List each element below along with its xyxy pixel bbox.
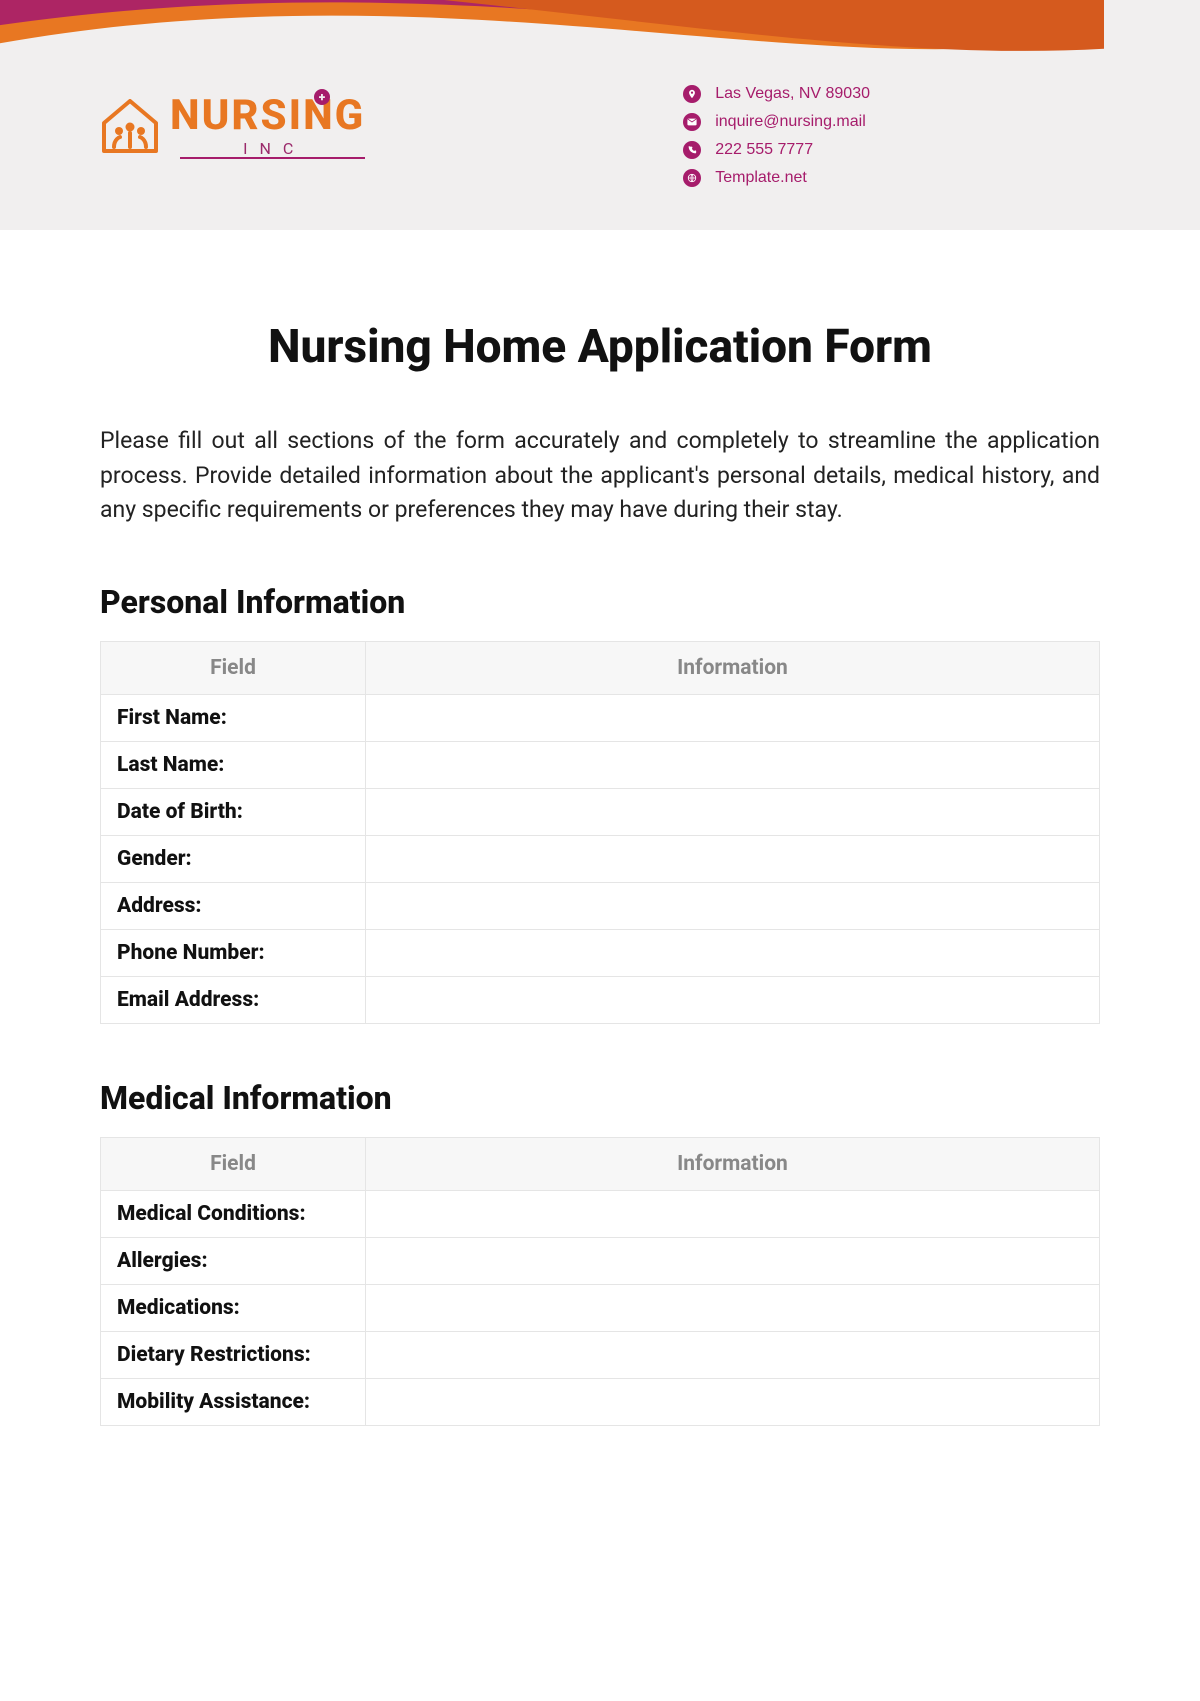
table-header-information: Information — [366, 1137, 1100, 1190]
phone-icon — [683, 141, 701, 159]
field-input-cell — [366, 694, 1100, 741]
field-input-cell — [366, 929, 1100, 976]
field-label: Dietary Restrictions: — [101, 1331, 366, 1378]
table-row: Medical Conditions: — [101, 1190, 1100, 1237]
medical-info-table: Field Information Medical Conditions:All… — [100, 1137, 1100, 1426]
field-label: Allergies: — [101, 1237, 366, 1284]
table-row: Allergies: — [101, 1237, 1100, 1284]
medical-info-heading: Medical Information — [100, 1079, 1100, 1117]
header-swoosh — [0, 0, 1104, 90]
field-label: Phone Number: — [101, 929, 366, 976]
mail-icon — [683, 113, 701, 131]
field-label: Address: — [101, 882, 366, 929]
table-header-field: Field — [101, 1137, 366, 1190]
contact-phone-row: 222 555 7777 — [683, 141, 870, 159]
logo: NURSING + INC — [100, 95, 365, 158]
contact-address: Las Vegas, NV 89030 — [715, 85, 870, 103]
field-input[interactable] — [382, 801, 1083, 824]
logo-house-icon — [100, 99, 160, 154]
table-row: Phone Number: — [101, 929, 1100, 976]
plus-icon: + — [314, 89, 330, 105]
table-row: Gender: — [101, 835, 1100, 882]
field-input-cell — [366, 1190, 1100, 1237]
field-input-cell — [366, 976, 1100, 1023]
personal-info-table: Field Information First Name:Last Name:D… — [100, 641, 1100, 1024]
field-label: First Name: — [101, 694, 366, 741]
field-label: Medical Conditions: — [101, 1190, 366, 1237]
table-row: Date of Birth: — [101, 788, 1100, 835]
instructions-paragraph: Please fill out all sections of the form… — [100, 424, 1100, 528]
location-icon — [683, 85, 701, 103]
globe-icon — [683, 169, 701, 187]
table-header-field: Field — [101, 641, 366, 694]
table-row: Address: — [101, 882, 1100, 929]
field-input[interactable] — [382, 895, 1083, 918]
field-input[interactable] — [382, 1344, 1083, 1367]
field-label: Email Address: — [101, 976, 366, 1023]
contact-email: inquire@nursing.mail — [715, 113, 866, 131]
table-row: Email Address: — [101, 976, 1100, 1023]
field-input[interactable] — [382, 1250, 1083, 1273]
field-input[interactable] — [382, 942, 1083, 965]
field-input[interactable] — [382, 989, 1083, 1012]
content: Nursing Home Application Form Please fil… — [0, 230, 1200, 1426]
field-input-cell — [366, 741, 1100, 788]
contact-website: Template.net — [715, 169, 807, 187]
table-row: Medications: — [101, 1284, 1100, 1331]
field-input[interactable] — [382, 1297, 1083, 1320]
field-label: Mobility Assistance: — [101, 1378, 366, 1425]
logo-underline — [180, 157, 365, 159]
field-input[interactable] — [382, 707, 1083, 730]
field-input[interactable] — [382, 1391, 1083, 1414]
header-banner: NURSING + INC Las Vegas, NV 89030 inquir… — [0, 0, 1200, 230]
field-input[interactable] — [382, 1203, 1083, 1226]
logo-subline: INC — [170, 139, 365, 158]
field-label: Date of Birth: — [101, 788, 366, 835]
contact-address-row: Las Vegas, NV 89030 — [683, 85, 870, 103]
logo-text-block: NURSING + INC — [170, 95, 365, 158]
field-input-cell — [366, 1237, 1100, 1284]
field-input[interactable] — [382, 848, 1083, 871]
contact-email-row: inquire@nursing.mail — [683, 113, 870, 131]
contact-phone: 222 555 7777 — [715, 141, 813, 159]
field-input-cell — [366, 1331, 1100, 1378]
field-input-cell — [366, 1284, 1100, 1331]
field-label: Last Name: — [101, 741, 366, 788]
field-input-cell — [366, 788, 1100, 835]
table-row: Dietary Restrictions: — [101, 1331, 1100, 1378]
contact-website-row: Template.net — [683, 169, 870, 187]
field-input[interactable] — [382, 754, 1083, 777]
field-input-cell — [366, 882, 1100, 929]
field-label: Gender: — [101, 835, 366, 882]
field-label: Medications: — [101, 1284, 366, 1331]
field-input-cell — [366, 835, 1100, 882]
page-title: Nursing Home Application Form — [100, 320, 1100, 374]
personal-info-heading: Personal Information — [100, 583, 1100, 621]
table-row: Last Name: — [101, 741, 1100, 788]
table-header-information: Information — [366, 641, 1100, 694]
logo-company-name: NURSING — [170, 95, 365, 137]
table-row: First Name: — [101, 694, 1100, 741]
field-input-cell — [366, 1378, 1100, 1425]
table-row: Mobility Assistance: — [101, 1378, 1100, 1425]
contact-block: Las Vegas, NV 89030 inquire@nursing.mail… — [683, 85, 870, 187]
